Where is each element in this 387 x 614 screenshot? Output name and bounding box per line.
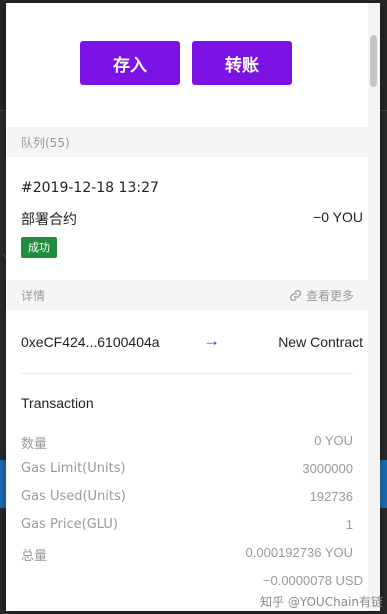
detail-label: 数量 bbox=[21, 437, 48, 452]
detail-label: Gas Used(Units) bbox=[21, 489, 126, 504]
view-more-link[interactable]: 查看更多 bbox=[289, 287, 354, 304]
detail-label: Gas Price(GLU) bbox=[21, 517, 118, 532]
transaction-type: 部署合约 bbox=[21, 212, 77, 228]
deposit-button[interactable]: 存入 bbox=[80, 41, 180, 85]
detail-label: Gas Limit(Units) bbox=[21, 461, 126, 476]
transaction-time: #2019-12-18 13:27 bbox=[21, 180, 159, 196]
watermark: 知乎 @YOUChain有链 bbox=[260, 595, 383, 609]
detail-value: 1 bbox=[345, 517, 353, 532]
detail-row-gas-price: Gas Price(GLU) 1 bbox=[21, 517, 353, 537]
detail-label: 总量 bbox=[21, 549, 48, 564]
status-badge: 成功 bbox=[21, 237, 57, 258]
detail-value: 192736 bbox=[309, 489, 353, 504]
arrow-right-icon: → bbox=[203, 331, 220, 350]
transaction-section-title: Transaction bbox=[21, 395, 94, 411]
scrollbar-thumb[interactable] bbox=[370, 35, 377, 87]
total-usd-value: −0.0000078 USD bbox=[262, 573, 363, 588]
details-header: 详情 查看更多 bbox=[6, 280, 368, 310]
divider bbox=[21, 373, 353, 374]
transfer-button[interactable]: 转账 bbox=[192, 41, 292, 85]
transaction-amount: −0 YOU bbox=[313, 209, 363, 225]
detail-row-gas-limit: Gas Limit(Units) 3000000 bbox=[21, 461, 353, 481]
detail-row-amount: 数量 0 YOU bbox=[21, 433, 353, 453]
link-icon bbox=[290, 289, 301, 301]
detail-value: 3000000 bbox=[302, 461, 353, 476]
to-recipient: New Contract bbox=[278, 334, 363, 350]
view-more-label: 查看更多 bbox=[305, 288, 354, 303]
queue-header-label: 队列(55) bbox=[21, 135, 70, 150]
detail-row-gas-used: Gas Used(Units) 192736 bbox=[21, 489, 353, 509]
queue-header: 队列(55) bbox=[6, 127, 368, 157]
wallet-popup: 存入 转账 队列(55) #2019-12-18 13:27 部署合约 −0 Y… bbox=[6, 3, 380, 611]
detail-value: 0 YOU bbox=[314, 433, 353, 448]
detail-value: 0.000192736 YOU bbox=[245, 545, 353, 560]
from-address[interactable]: 0xeCF424...6100404a bbox=[21, 334, 160, 350]
detail-row-total: 总量 0.000192736 YOU bbox=[21, 545, 353, 565]
details-header-label: 详情 bbox=[21, 288, 46, 303]
scrollbar[interactable] bbox=[368, 3, 380, 611]
